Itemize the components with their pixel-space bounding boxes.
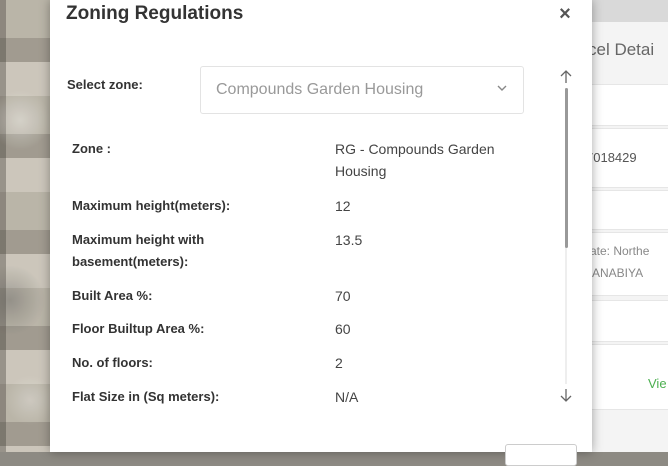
row-label: Zone :	[72, 141, 111, 156]
row-value: RG - Compounds Garden Housing	[335, 141, 495, 179]
map-background	[0, 0, 52, 452]
row-value: N/A	[335, 389, 359, 405]
row-label: Built Area %:	[72, 288, 153, 303]
row-value: 13.5	[335, 232, 363, 248]
arrow-down-icon[interactable]	[558, 388, 574, 402]
panel-card	[592, 300, 668, 342]
parcel-details-panel: cel Detai 7018429 rate: Northe JANABIYA …	[592, 0, 668, 452]
scrollbar-thumb[interactable]	[565, 88, 568, 248]
parcel-number: 7018429	[592, 150, 637, 165]
close-icon[interactable]: ×	[555, 4, 575, 24]
zone-select-value: Compounds Garden Housing	[216, 81, 424, 98]
row-label: Floor Builtup Area %:	[72, 321, 205, 336]
footer-button[interactable]	[505, 444, 577, 466]
panel-top-bar	[592, 0, 668, 22]
zoning-regulations-modal: Zoning Regulations × Select zone: Compou…	[50, 0, 592, 466]
chevron-down-icon	[497, 85, 507, 91]
panel-card	[592, 190, 668, 230]
arrow-up-icon[interactable]	[558, 70, 574, 84]
row-label: Maximum height(meters):	[72, 198, 231, 213]
parcel-panel-title: cel Detai	[592, 40, 655, 59]
panel-card	[592, 232, 668, 296]
row-value: 12	[335, 198, 351, 214]
modal-title: Zoning Regulations	[66, 3, 244, 24]
area-label: JANABIYA	[592, 266, 644, 280]
zone-select[interactable]: Compounds Garden Housing	[200, 66, 524, 114]
row-value: 70	[335, 288, 351, 304]
modal-scrollbar[interactable]	[558, 70, 574, 410]
panel-card	[592, 84, 668, 126]
view-link[interactable]: Vie	[648, 376, 667, 391]
row-value: 60	[335, 321, 351, 337]
row-label: No. of floors:	[72, 355, 153, 370]
row-label: Flat Size in (Sq meters):	[72, 389, 220, 404]
row-label: Maximum height with basement(meters):	[72, 232, 205, 269]
select-zone-label: Select zone:	[67, 77, 143, 92]
governorate-label: rate: Northe	[592, 244, 650, 258]
row-value: 2	[335, 355, 343, 371]
